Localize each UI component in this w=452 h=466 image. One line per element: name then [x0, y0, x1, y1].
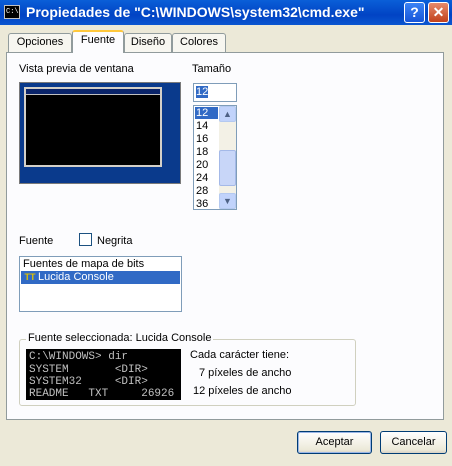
size-input[interactable]: 12: [193, 83, 237, 102]
sample-line: README TXT 26926: [29, 388, 175, 400]
font-listbox[interactable]: Fuentes de mapa de bits TT Lucida Console: [19, 256, 182, 312]
font-item-lucida[interactable]: TT Lucida Console: [21, 271, 180, 284]
sample-line: SYSTEM <DIR>: [29, 364, 148, 376]
size-option[interactable]: 14: [196, 120, 218, 132]
font-item-label: Lucida Console: [38, 271, 114, 283]
preview-console-window: [24, 87, 162, 167]
font-sample-console: C:\WINDOWS> dir SYSTEM <DIR> SYSTEM32 <D…: [26, 349, 181, 400]
scroll-thumb[interactable]: [219, 150, 236, 186]
size-option[interactable]: 28: [196, 185, 218, 197]
truetype-icon: TT: [24, 272, 36, 282]
char-info-label: Cada carácter tiene:: [190, 349, 290, 361]
size-option[interactable]: 36: [196, 198, 218, 209]
size-scrollbar[interactable]: ▲ ▼: [219, 106, 236, 209]
window-preview: [19, 82, 181, 184]
help-button[interactable]: ?: [404, 2, 425, 23]
sample-line: C:\WINDOWS> dir: [29, 351, 129, 363]
char-height-text: 12 píxeles de ancho: [193, 385, 292, 397]
preview-label: Vista previa de ventana: [19, 63, 134, 75]
char-width-text: 7 píxeles de ancho: [199, 367, 292, 379]
tab-diseno[interactable]: Diseño: [124, 33, 172, 52]
size-input-value: 12: [196, 86, 209, 98]
title-bar[interactable]: C:\ Propiedades de "C:\WINDOWS\system32\…: [0, 0, 452, 25]
scroll-down-icon[interactable]: ▼: [219, 193, 236, 209]
bold-checkbox[interactable]: [79, 233, 92, 246]
properties-dialog: C:\ Propiedades de "C:\WINDOWS\system32\…: [0, 0, 452, 466]
size-option[interactable]: 24: [196, 172, 218, 184]
cmd-app-icon: C:\: [4, 5, 20, 19]
sample-line: SYSTEM32 <DIR>: [29, 376, 148, 388]
size-listbox[interactable]: 12 14 16 18 20 24 28 36 ▲ ▼: [193, 105, 237, 210]
size-option[interactable]: 12: [195, 107, 218, 119]
ok-button[interactable]: Aceptar: [297, 431, 372, 454]
size-option[interactable]: 16: [196, 133, 218, 145]
size-option[interactable]: 18: [196, 146, 218, 158]
font-label: Fuente: [19, 235, 54, 247]
window-title: Propiedades de "C:\WINDOWS\system32\cmd.…: [26, 4, 365, 20]
tab-fuente[interactable]: Fuente: [72, 30, 124, 53]
size-option[interactable]: 20: [196, 159, 218, 171]
size-label: Tamaño: [192, 63, 232, 75]
scroll-up-icon[interactable]: ▲: [219, 106, 236, 122]
tab-opciones[interactable]: Opciones: [8, 33, 72, 52]
cancel-button[interactable]: Cancelar: [380, 431, 447, 454]
close-button[interactable]: ✕: [428, 2, 449, 23]
font-item-bitmap[interactable]: Fuentes de mapa de bits: [21, 258, 180, 271]
preview-titlebar: [26, 89, 160, 95]
tab-colores[interactable]: Colores: [172, 33, 226, 52]
selected-font-title: Fuente seleccionada: Lucida Console: [26, 332, 214, 344]
bold-label[interactable]: Negrita: [97, 235, 132, 247]
